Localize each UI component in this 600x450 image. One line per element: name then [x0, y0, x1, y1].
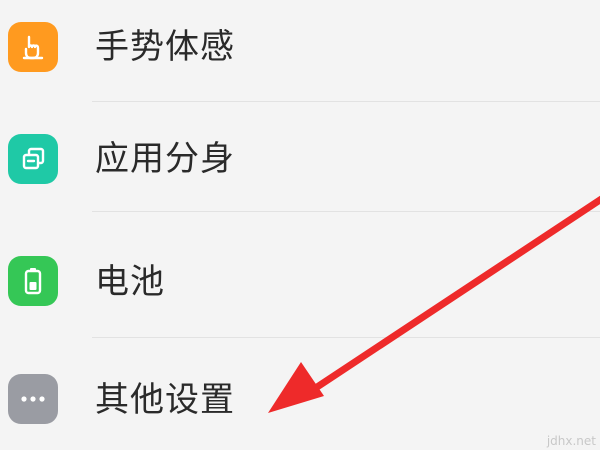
settings-item-label: 应用分身 — [95, 139, 235, 179]
gesture-hand-icon — [8, 22, 58, 72]
settings-item-app-clone[interactable]: 应用分身 — [0, 102, 600, 212]
settings-item-other[interactable]: 其他设置 — [0, 340, 600, 450]
watermark: jdhx.net — [546, 434, 596, 448]
more-dots-icon — [8, 374, 58, 424]
divider — [92, 337, 600, 338]
settings-item-label: 电池 — [95, 262, 165, 302]
settings-screen: 手势体感 应用分身 电池 其他设置 jdhx.net — [0, 0, 600, 450]
settings-item-battery[interactable]: 电池 — [0, 228, 600, 338]
settings-item-label: 手势体感 — [95, 27, 235, 67]
divider — [92, 211, 600, 212]
settings-item-gesture[interactable]: 手势体感 — [0, 0, 600, 102]
battery-icon — [8, 256, 58, 306]
app-clone-icon — [8, 134, 58, 184]
settings-item-label: 其他设置 — [95, 380, 235, 420]
settings-list: 手势体感 应用分身 电池 其他设置 — [0, 0, 600, 450]
